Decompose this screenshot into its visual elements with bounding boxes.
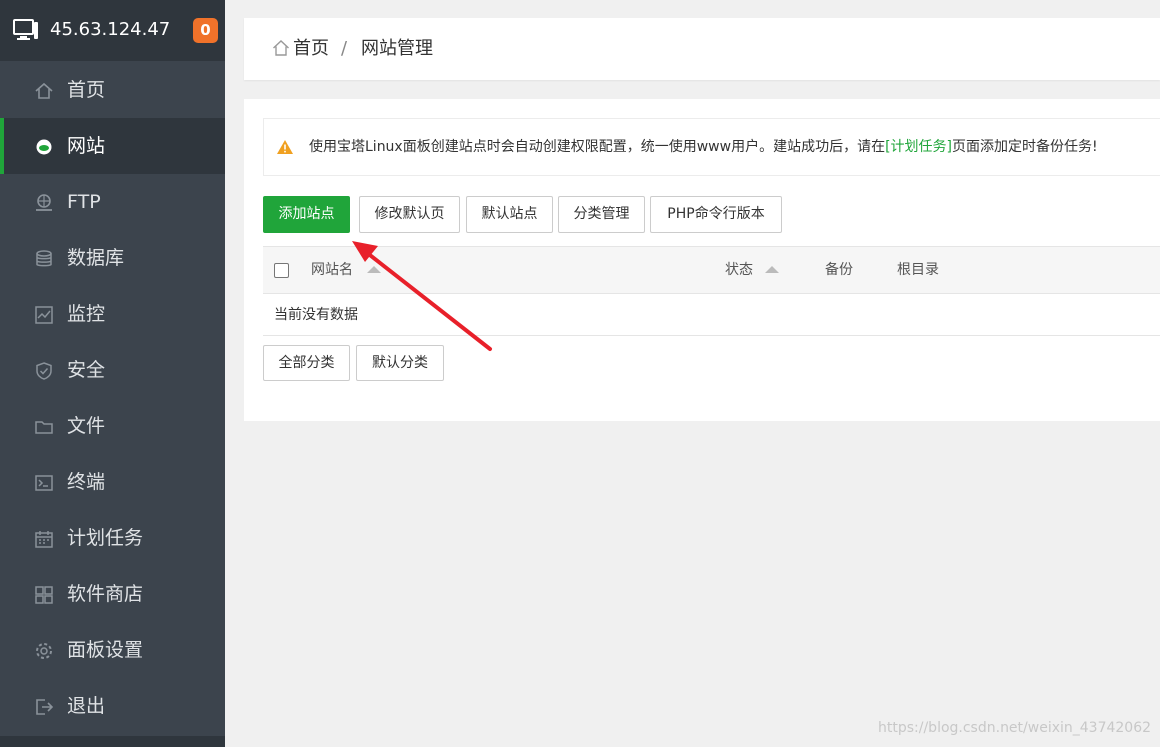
warning-icon [277,140,293,154]
sidebar-item-website[interactable]: 网站 [0,118,225,174]
sidebar-item-database[interactable]: 数据库 [0,230,225,286]
select-all-checkbox[interactable] [274,263,289,278]
calendar-icon [35,531,53,548]
sidebar-nav: 首页 网站 FTP 数据库 监控 安全 文件 终端 计划任务 软件商店 面板设置… [0,62,225,734]
monitor-icon [35,306,53,324]
column-backup: 备份 [825,262,853,278]
watermark: https://blog.csdn.net/weixin_43742062 [878,720,1152,736]
sidebar-item-cron[interactable]: 计划任务 [0,510,225,566]
alert-text: 使用宝塔Linux面板创建站点时会自动创建权限配置，统一使用www用户。建站成功… [309,136,1098,158]
sidebar-item-security[interactable]: 安全 [0,342,225,398]
sidebar-item-settings[interactable]: 面板设置 [0,622,225,678]
sidebar-item-label: 文件 [67,415,106,437]
computer-icon [13,19,38,40]
category-default-button[interactable]: 默认分类 [356,345,444,381]
breadcrumb-current: 网站管理 [361,38,433,59]
column-status[interactable]: 状态 [725,260,753,280]
database-icon [36,250,52,267]
edit-default-page-button[interactable]: 修改默认页 [359,196,460,233]
category-manage-button[interactable]: 分类管理 [558,196,645,233]
notification-badge[interactable]: 0 [193,18,218,43]
sidebar-item-label: 计划任务 [67,527,144,549]
breadcrumb: 首页 / 网站管理 [244,18,1160,80]
sidebar-item-label: 安全 [67,359,106,381]
sidebar-item-label: 数据库 [67,247,125,269]
sidebar-item-label: 网站 [67,135,106,157]
sidebar-item-store[interactable]: 软件商店 [0,566,225,622]
cron-task-link[interactable]: [计划任务] [885,139,952,155]
site-table: 网站名 状态 备份 根目录 当前没有数据 [263,246,1160,336]
sidebar-item-label: 监控 [67,303,106,325]
sidebar-item-home[interactable]: 首页 [0,62,225,118]
column-site-name[interactable]: 网站名 [311,260,353,280]
column-root-dir: 根目录 [897,262,939,278]
alert-text-after: 页面添加定时备份任务! [952,139,1098,155]
grid-icon [35,586,53,604]
sidebar-item-ftp[interactable]: FTP [0,174,225,230]
sidebar-item-files[interactable]: 文件 [0,398,225,454]
logout-icon [36,699,54,715]
breadcrumb-home-link[interactable]: 首页 [293,36,329,62]
server-ip: 45.63.124.47 [50,19,171,40]
sidebar-item-label: 首页 [67,79,106,101]
sidebar-item-label: 退出 [67,695,106,717]
alert-text-before: 使用宝塔Linux面板创建站点时会自动创建权限配置，统一使用www用户。建站成功… [309,139,886,155]
sidebar-item-monitor[interactable]: 监控 [0,286,225,342]
sidebar-item-label: 面板设置 [67,639,144,661]
default-site-button[interactable]: 默认站点 [466,196,553,233]
category-all-button[interactable]: 全部分类 [263,345,350,381]
globe-icon [36,139,52,155]
sidebar-footer [0,736,225,747]
empty-message: 当前没有数据 [274,307,358,323]
add-site-button[interactable]: 添加站点 [263,196,350,233]
sidebar-item-label: FTP [67,191,101,213]
info-alert: 使用宝塔Linux面板创建站点时会自动创建权限配置，统一使用www用户。建站成功… [263,118,1160,176]
home-icon [273,40,289,56]
sidebar: 45.63.124.47 0 首页 网站 FTP 数据库 监控 安全 文件 终端… [0,0,225,747]
sort-up-icon[interactable] [367,266,381,273]
sidebar-item-label: 软件商店 [67,583,144,605]
home-icon [35,82,53,99]
php-cli-version-button[interactable]: PHP命令行版本 [650,196,782,233]
shield-icon [36,362,52,380]
table-header: 网站名 状态 备份 根目录 [263,247,1160,294]
site-management-panel: 使用宝塔Linux面板创建站点时会自动创建权限配置，统一使用www用户。建站成功… [244,99,1160,421]
sort-up-icon[interactable] [765,266,779,273]
terminal-icon [35,475,53,491]
server-bar: 45.63.124.47 0 [0,0,225,61]
gear-icon [36,643,52,659]
folder-icon [35,421,53,434]
sidebar-item-logout[interactable]: 退出 [0,678,225,734]
sidebar-item-label: 终端 [67,471,106,493]
ftp-icon [36,194,52,211]
breadcrumb-separator: / [341,38,348,59]
table-empty-row: 当前没有数据 [263,294,1160,336]
sidebar-item-terminal[interactable]: 终端 [0,454,225,510]
